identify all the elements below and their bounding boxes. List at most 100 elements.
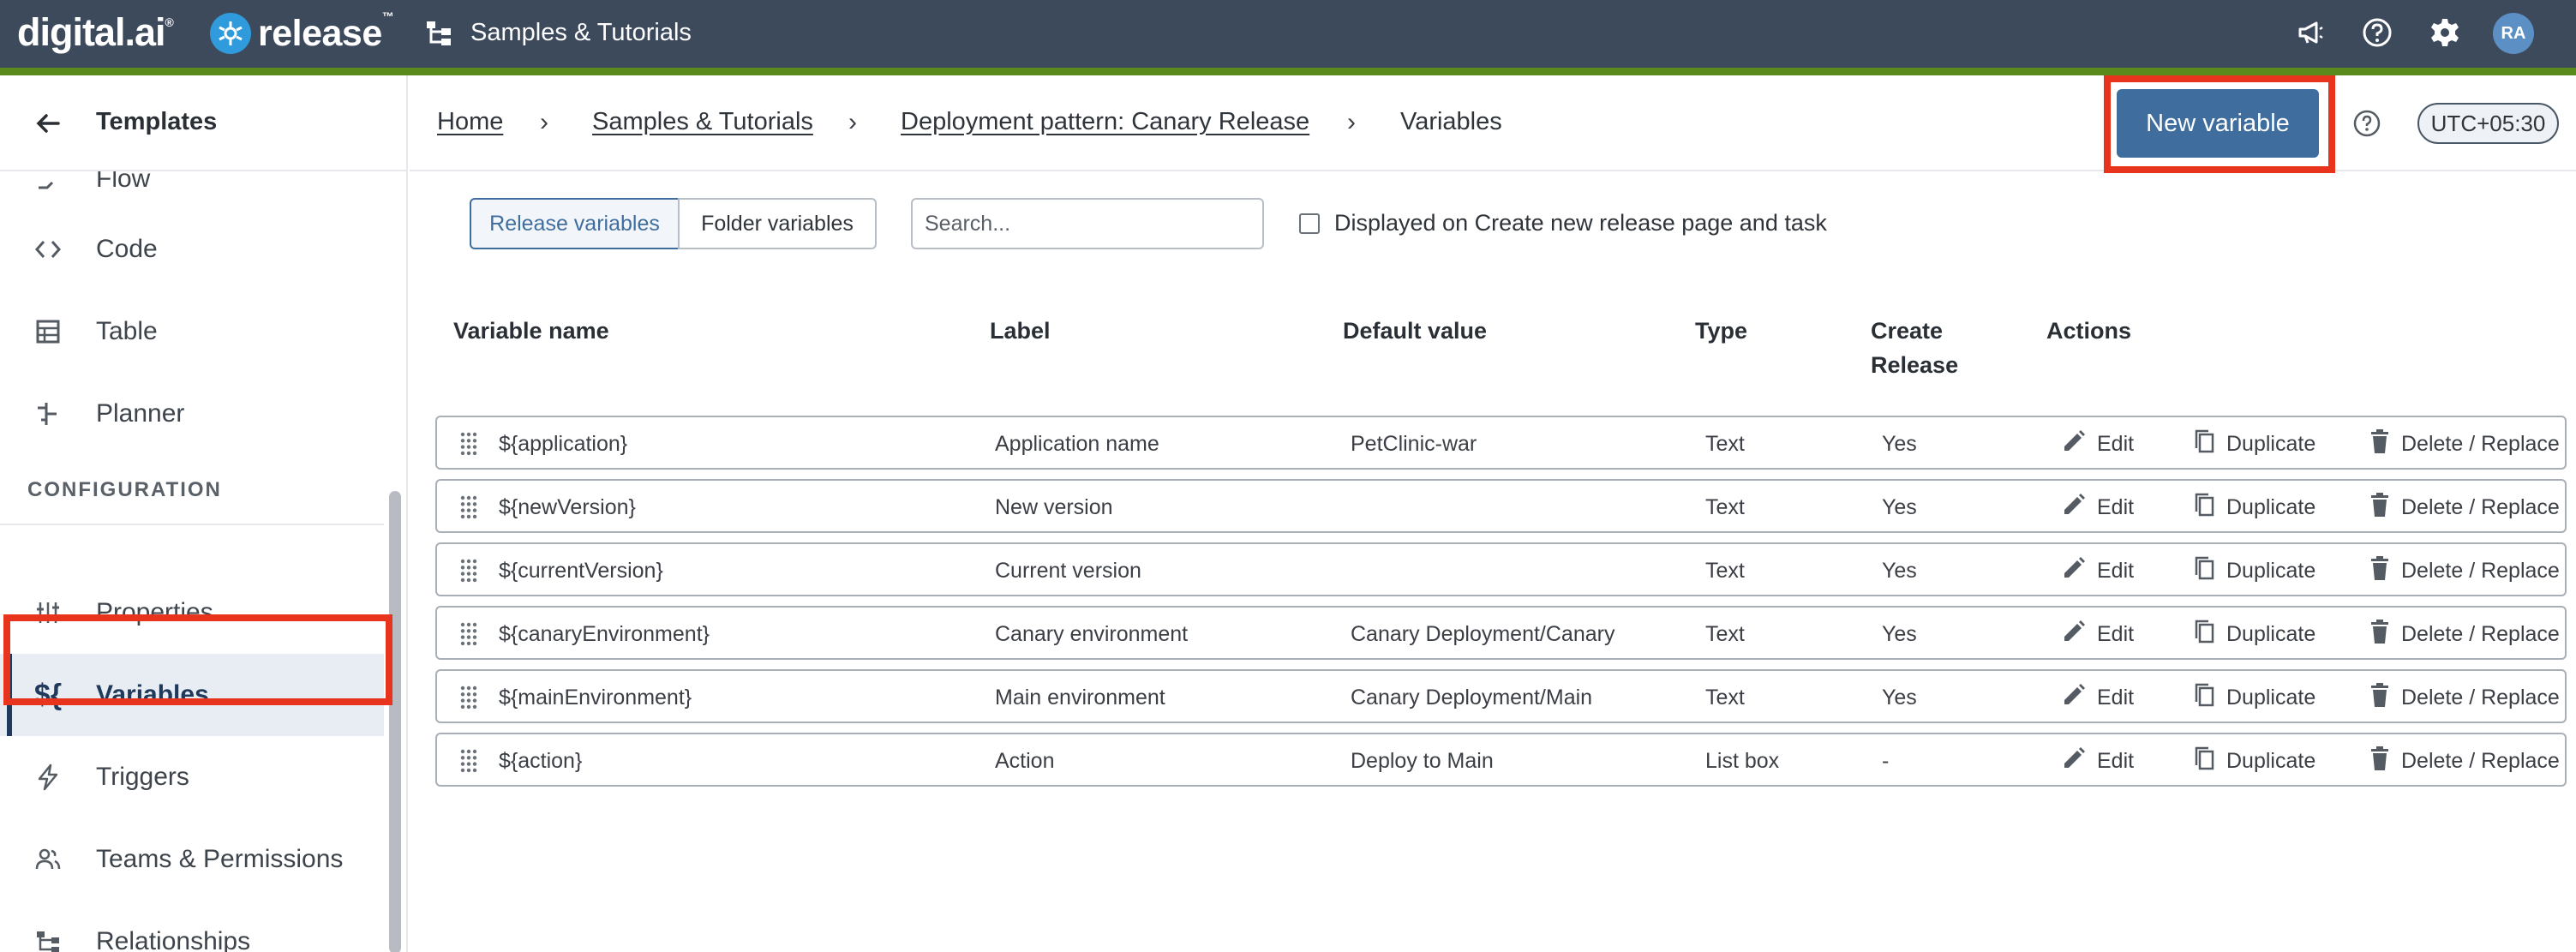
gear-icon[interactable]: [2428, 15, 2462, 50]
cell-variable-name: ${application}: [499, 432, 628, 456]
sidebar-item-teams-permissions[interactable]: Teams & Permissions: [0, 818, 384, 901]
breadcrumb-samples-tutorials[interactable]: Samples & Tutorials: [592, 108, 813, 136]
cell-default-value: Deploy to Main: [1351, 749, 1494, 773]
breadcrumb-template[interactable]: Deployment pattern: Canary Release: [901, 108, 1309, 136]
table-row[interactable]: ${action} Action Deploy to Main List box - Ed…: [435, 733, 2567, 787]
tab-release-variables[interactable]: Release variables: [470, 198, 680, 249]
cell-label: Application name: [995, 432, 1159, 456]
sidebar-item-planner[interactable]: Planner: [0, 373, 384, 455]
edit-button[interactable]: Edit: [2061, 618, 2134, 650]
create-release-page-checkbox[interactable]: [1299, 213, 1320, 234]
drag-handle-icon[interactable]: [459, 558, 478, 584]
cell-create-release: Yes: [1882, 559, 1917, 583]
cell-default-value: Canary Deployment/Canary: [1351, 622, 1615, 646]
planner-icon: [31, 397, 65, 431]
delete-replace-button[interactable]: Delete / Replace: [2369, 554, 2560, 587]
back-arrow-icon[interactable]: [33, 108, 63, 139]
sidebar-item-code[interactable]: Code: [0, 208, 384, 290]
current-folder[interactable]: Samples & Tutorials: [424, 15, 692, 50]
column-header-label: Label: [990, 318, 1051, 344]
table-row[interactable]: ${application} Application name PetClinic-…: [435, 416, 2567, 470]
new-variable-button[interactable]: New variable: [2117, 89, 2319, 158]
sidebar-scrollbar-thumb[interactable]: [389, 491, 401, 952]
cell-type: List box: [1705, 749, 1780, 773]
delete-replace-button[interactable]: Delete / Replace: [2369, 491, 2560, 524]
tab-folder-variables[interactable]: Folder variables: [678, 198, 877, 249]
edit-button[interactable]: Edit: [2061, 491, 2134, 524]
topbar-accent-stripe: [0, 68, 2576, 75]
sidebar-header: Templates: [0, 75, 406, 171]
sidebar-section-configuration: CONFIGURATION: [27, 478, 222, 501]
edit-button[interactable]: Edit: [2061, 554, 2134, 587]
sidebar-item-relationships[interactable]: Relationships: [0, 901, 384, 952]
edit-button[interactable]: Edit: [2061, 681, 2134, 714]
breadcrumb-current: Variables: [1400, 108, 1502, 135]
folder-hierarchy-icon: [424, 18, 453, 47]
table-row[interactable]: ${currentVersion} Current version Text Yes E…: [435, 542, 2567, 596]
duplicate-button[interactable]: Duplicate: [2192, 554, 2315, 587]
duplicate-button[interactable]: Duplicate: [2192, 681, 2315, 714]
trash-icon: [2369, 745, 2401, 778]
cell-default-value: Canary Deployment/Main: [1351, 686, 1593, 710]
duplicate-button[interactable]: Duplicate: [2192, 428, 2315, 460]
people-icon: [31, 842, 65, 877]
delete-replace-button[interactable]: Delete / Replace: [2369, 745, 2560, 777]
table-row[interactable]: ${mainEnvironment} Main environment Canary…: [435, 669, 2567, 723]
cell-type: Text: [1705, 559, 1745, 583]
chevron-right-icon: ›: [1347, 108, 1356, 136]
duplicate-button[interactable]: Duplicate: [2192, 618, 2315, 650]
edit-button[interactable]: Edit: [2061, 745, 2134, 777]
drag-handle-icon[interactable]: [459, 431, 478, 457]
chevron-right-icon: ›: [540, 108, 548, 136]
trash-icon: [2369, 554, 2401, 588]
column-header-actions: Actions: [2046, 318, 2132, 344]
sidebar-item-table[interactable]: Table: [0, 290, 384, 373]
drag-handle-icon[interactable]: [459, 621, 478, 647]
table-row[interactable]: ${newVersion} New version Text Yes Edit Dupli…: [435, 479, 2567, 533]
copy-icon: [2192, 491, 2226, 524]
trash-icon: [2369, 428, 2401, 461]
cell-default-value: PetClinic-war: [1351, 432, 1477, 456]
duplicate-button[interactable]: Duplicate: [2192, 491, 2315, 524]
cell-label: Current version: [995, 559, 1141, 583]
column-header-variable-name: Variable name: [453, 318, 609, 344]
release-logo-icon: [210, 13, 251, 54]
drag-handle-icon[interactable]: [459, 685, 478, 710]
edit-button[interactable]: Edit: [2061, 428, 2134, 460]
cell-create-release: Yes: [1882, 622, 1917, 646]
cell-label: New version: [995, 495, 1113, 519]
search-input[interactable]: [911, 198, 1264, 249]
cell-type: Text: [1705, 495, 1745, 519]
drag-handle-icon[interactable]: [459, 748, 478, 774]
pencil-icon: [2061, 619, 2097, 650]
help-circle-icon[interactable]: [2351, 108, 2382, 139]
cell-label: Canary environment: [995, 622, 1189, 646]
release-logo[interactable]: release™: [210, 9, 394, 55]
duplicate-button[interactable]: Duplicate: [2192, 745, 2315, 777]
help-icon[interactable]: [2360, 15, 2394, 50]
sidebar-item-triggers[interactable]: Triggers: [0, 736, 384, 818]
megaphone-icon[interactable]: [2293, 15, 2327, 50]
cell-label: Main environment: [995, 686, 1165, 710]
user-avatar[interactable]: RA: [2493, 13, 2534, 54]
delete-replace-button[interactable]: Delete / Replace: [2369, 428, 2560, 460]
pencil-icon: [2061, 555, 2097, 587]
timezone-badge[interactable]: UTC+05:30: [2417, 103, 2559, 144]
column-header-type: Type: [1695, 318, 1748, 344]
trash-icon: [2369, 491, 2401, 524]
relationships-icon: [31, 925, 65, 952]
pencil-icon: [2061, 492, 2097, 524]
folder-title: Samples & Tutorials: [470, 18, 692, 46]
delete-replace-button[interactable]: Delete / Replace: [2369, 681, 2560, 714]
table-row[interactable]: ${canaryEnvironment} Canary environment Ca…: [435, 606, 2567, 660]
copy-icon: [2192, 554, 2226, 588]
table-icon: [31, 314, 65, 349]
cell-variable-name: ${newVersion}: [499, 495, 636, 519]
breadcrumb-home[interactable]: Home: [437, 108, 503, 136]
digital-ai-logo[interactable]: digital.ai®: [17, 7, 174, 58]
drag-handle-icon[interactable]: [459, 494, 478, 520]
delete-replace-button[interactable]: Delete / Replace: [2369, 618, 2560, 650]
cell-variable-name: ${mainEnvironment}: [499, 686, 692, 710]
sidebar: Flow Templates Code Table Planner CONFIG…: [0, 75, 408, 952]
trash-icon: [2369, 681, 2401, 715]
